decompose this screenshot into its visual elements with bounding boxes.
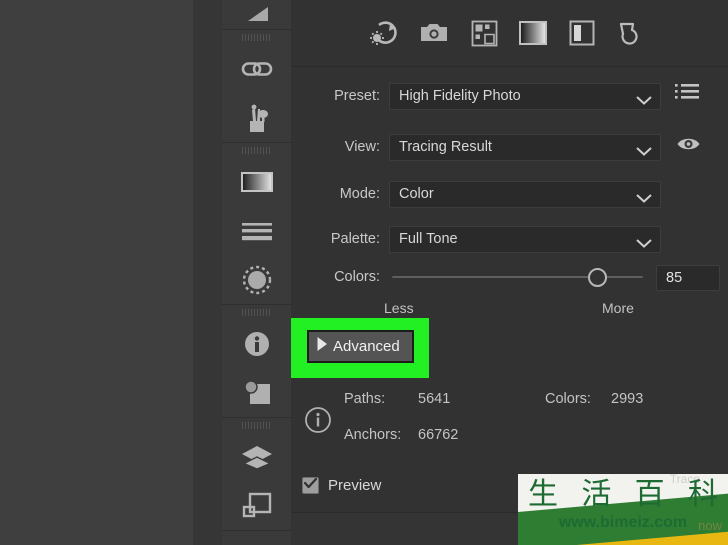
anchors-value: 66762	[418, 427, 459, 443]
preset-value: High Fidelity Photo	[399, 88, 521, 104]
watermark-ghost-text: now	[698, 518, 722, 533]
sidebar-item-transparency-tool[interactable]	[222, 255, 291, 304]
tool-group-link	[222, 30, 291, 143]
sidebar-item-image-trace-tool[interactable]	[222, 368, 291, 417]
mode-select[interactable]: Color	[389, 180, 661, 208]
mode-value: Color	[399, 186, 434, 202]
palette-label: Palette:	[330, 231, 380, 247]
preset-label: Preset:	[334, 88, 380, 104]
artboards-icon	[241, 491, 273, 521]
view-select[interactable]: Tracing Result	[389, 133, 661, 161]
chevron-down-icon	[636, 235, 652, 253]
watermark-char: 活	[581, 477, 612, 512]
paths-label: Paths:	[344, 391, 386, 407]
view-preview-toggle[interactable]	[675, 136, 701, 156]
sidebar-item-document-info-tool[interactable]	[222, 319, 291, 368]
advanced-label: Advanced	[333, 338, 400, 355]
chevron-down-icon	[636, 92, 652, 110]
checkmark-icon	[303, 476, 318, 494]
preset-row: Preset: High Fidelity Photo	[291, 79, 728, 113]
trace-preset-toolbar	[291, 0, 728, 67]
info-circle-icon	[304, 406, 332, 439]
colors-count-value: 2993	[611, 391, 644, 407]
tool-sidebar	[222, 0, 292, 545]
watermark-char: 百	[634, 477, 665, 512]
high-color-camera-icon[interactable]	[415, 14, 453, 52]
colors-count-label: Colors:	[545, 391, 591, 407]
advanced-highlight-box: Advanced	[291, 318, 429, 378]
gradient-icon	[240, 170, 274, 194]
mode-label: Mode:	[339, 186, 380, 202]
preset-menu-button[interactable]	[674, 84, 700, 104]
watermark-logo: Trace 生 活 百 科 www.bimeiz.com now	[518, 474, 728, 545]
colors-max-label: More	[602, 300, 634, 316]
outline-icon[interactable]	[613, 14, 651, 52]
tool-group-grip[interactable]	[222, 30, 291, 44]
tool-group-grip[interactable]	[222, 305, 291, 319]
advanced-disclosure-button[interactable]: Advanced	[307, 330, 414, 363]
watermark-char: 科	[687, 477, 718, 512]
auto-color-icon[interactable]	[366, 14, 404, 52]
preset-select[interactable]: High Fidelity Photo	[389, 82, 661, 110]
sidebar-item-layers-tool[interactable]	[222, 432, 291, 481]
watermark-char: 生	[528, 477, 558, 512]
chevron-down-icon	[636, 190, 652, 208]
low-color-icon[interactable]	[465, 14, 503, 52]
canvas-area	[0, 0, 193, 545]
colors-slider-handle[interactable]	[588, 268, 607, 287]
info-circle-icon	[242, 329, 272, 359]
list-menu-icon	[675, 83, 699, 105]
link-icon	[240, 59, 274, 79]
colors-label: Colors:	[334, 269, 380, 285]
tool-group-grip[interactable]	[222, 418, 291, 432]
colors-value-input[interactable]: 85	[656, 265, 720, 291]
sidebar-item-partial-top[interactable]	[222, 0, 291, 28]
palette-row: Palette: Full Tone	[291, 222, 728, 256]
application-window: Preset: High Fidelity Photo View: Tracin…	[0, 0, 728, 545]
black-and-white-icon[interactable]	[563, 14, 601, 52]
watermark-url: www.bimeiz.com	[558, 514, 688, 531]
stroke-lines-icon	[240, 221, 274, 241]
paths-value: 5641	[418, 391, 451, 407]
view-row: View: Tracing Result	[291, 130, 728, 164]
dashed-circle-icon	[241, 264, 273, 296]
collapsed-panel-strip[interactable]	[193, 0, 409, 545]
image-trace-panel: Preset: High Fidelity Photo View: Tracin…	[291, 0, 728, 545]
chevron-down-icon	[636, 143, 652, 161]
triangle-right-icon	[316, 336, 328, 357]
preview-checkbox[interactable]	[302, 476, 319, 494]
mode-row: Mode: Color	[291, 177, 728, 211]
sidebar-item-brushes-tool[interactable]	[222, 93, 291, 142]
layers-icon	[240, 444, 274, 470]
colors-min-label: Less	[384, 300, 414, 316]
tool-group-appearance	[222, 143, 291, 305]
eye-icon	[676, 136, 701, 157]
trace-info-section: Paths: 5641 Colors: 2993 Anchors: 66762	[291, 381, 728, 461]
colors-slider-row: Colors: 85	[291, 262, 728, 292]
palette-value: Full Tone	[399, 231, 458, 247]
sidebar-item-artboards-tool[interactable]	[222, 481, 291, 530]
sidebar-item-link-tool[interactable]	[222, 44, 291, 93]
view-label: View:	[344, 139, 380, 155]
tool-group-grip[interactable]	[222, 143, 291, 157]
grayscale-icon[interactable]	[514, 14, 552, 52]
tool-group-layers	[222, 418, 291, 531]
sidebar-item-stroke-tool[interactable]	[222, 206, 291, 255]
sidebar-item-gradient-tool[interactable]	[222, 157, 291, 206]
palette-select[interactable]: Full Tone	[389, 225, 661, 253]
anchors-label: Anchors:	[344, 427, 402, 443]
watermark-cjk-title: 生 活 百 科	[528, 478, 718, 512]
tool-group-info	[222, 305, 291, 418]
tool-group-top	[222, 0, 291, 30]
preview-label: Preview	[328, 476, 382, 494]
view-value: Tracing Result	[399, 139, 492, 155]
brushes-jar-icon	[241, 103, 273, 133]
image-trace-icon	[242, 378, 272, 408]
